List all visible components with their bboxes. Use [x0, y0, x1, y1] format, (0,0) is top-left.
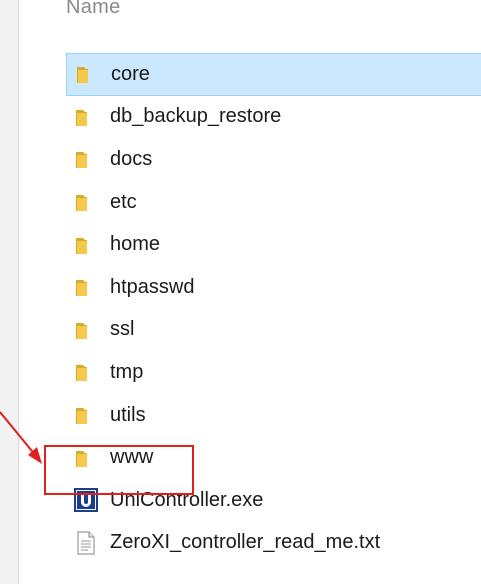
navigation-pane-edge: [0, 0, 19, 584]
folder-icon: [74, 105, 98, 129]
folder-icon: [74, 275, 98, 299]
folder-icon: [74, 360, 98, 384]
name-column-header[interactable]: Name: [66, 0, 121, 19]
list-item-etc[interactable]: etc: [66, 181, 481, 224]
folder-icon: [74, 147, 98, 171]
list-item-db-backup-restore[interactable]: db_backup_restore: [66, 96, 481, 139]
file-label: ssl: [110, 318, 135, 341]
folder-icon: [74, 233, 98, 257]
file-label: core: [111, 62, 150, 85]
list-item-docs[interactable]: docs: [66, 138, 481, 181]
file-label: ZeroXI_controller_read_me.txt: [110, 531, 381, 554]
folder-icon: [75, 62, 99, 86]
list-item-ssl[interactable]: ssl: [66, 309, 481, 352]
file-label: etc: [110, 190, 137, 213]
file-explorer-window: Name core db_backup_restore docs etc hom…: [0, 0, 481, 584]
list-item-read-me-txt[interactable]: ZeroXI_controller_read_me.txt: [66, 522, 481, 565]
file-label: docs: [110, 147, 153, 170]
list-item-htpasswd[interactable]: htpasswd: [66, 266, 481, 309]
folder-icon: [74, 403, 98, 427]
file-label: tmp: [110, 360, 144, 383]
file-label: htpasswd: [110, 275, 195, 298]
text-document-icon: [74, 531, 98, 555]
highlight-box: [44, 445, 194, 495]
folder-icon: [74, 318, 98, 342]
file-label: utils: [110, 403, 146, 426]
list-item-tmp[interactable]: tmp: [66, 351, 481, 394]
file-label: home: [110, 233, 161, 256]
list-item-utils[interactable]: utils: [66, 394, 481, 437]
list-item-core[interactable]: core: [66, 53, 481, 96]
file-label: db_backup_restore: [110, 105, 282, 128]
list-item-home[interactable]: home: [66, 223, 481, 266]
folder-icon: [74, 190, 98, 214]
